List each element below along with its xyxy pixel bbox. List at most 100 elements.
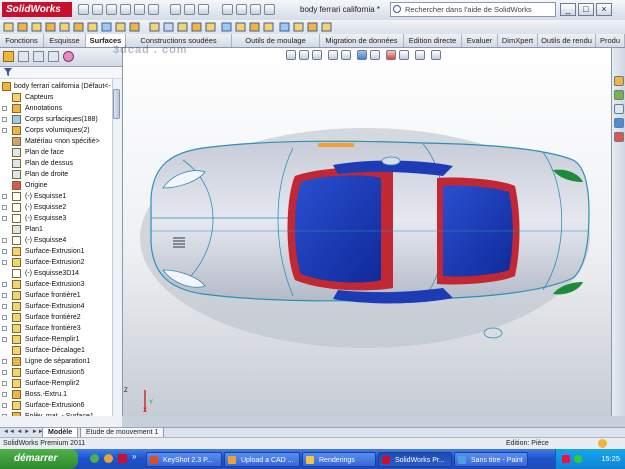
tree-item[interactable]: Matériau <non spécifié> xyxy=(0,136,112,147)
tree-item[interactable]: Plan de dessus xyxy=(0,158,112,169)
new-document-icon[interactable] xyxy=(78,4,89,15)
expand-toggle-icon[interactable] xyxy=(2,249,7,254)
tree-item[interactable]: Surface-Extrusion2 xyxy=(0,257,112,268)
tree-item[interactable]: Surface-Extrusion1 xyxy=(0,246,112,257)
select-icon[interactable] xyxy=(148,4,159,15)
clock[interactable]: 15:25 xyxy=(601,454,620,463)
tree-item[interactable]: (-) Esquisse4 xyxy=(0,235,112,246)
display-manager-tab-icon[interactable] xyxy=(63,51,74,62)
expand-toggle-icon[interactable] xyxy=(2,106,7,111)
quick-launch-ie-icon[interactable] xyxy=(90,454,99,463)
tab-outils-de-rendu[interactable]: Outils de rendu xyxy=(538,34,596,47)
tab-scroll-arrows-icon[interactable]: ◄◄ ◄ ► ►► xyxy=(3,429,44,435)
display-icon[interactable] xyxy=(250,4,261,15)
tab-fonctions[interactable]: Fonctions xyxy=(0,34,44,47)
taskbar-upload[interactable]: Upload a CAD ... xyxy=(224,452,300,467)
taskbar-paint[interactable]: Sans titre - Paint xyxy=(454,452,528,467)
zoom-fit-icon[interactable] xyxy=(236,4,247,15)
tree-item[interactable]: Plan de face xyxy=(0,147,112,158)
feature-filter-row[interactable] xyxy=(0,67,122,79)
property-manager-tab-icon[interactable] xyxy=(18,51,29,62)
tree-item[interactable]: Origine xyxy=(0,180,112,191)
edit-appearance-icon[interactable] xyxy=(386,50,396,60)
expand-toggle-icon[interactable] xyxy=(2,282,7,287)
filter-icon[interactable] xyxy=(4,68,12,76)
expand-toggle-icon[interactable] xyxy=(2,392,7,397)
tree-item[interactable]: Surface-Décalage1 xyxy=(0,345,112,356)
tree-item[interactable]: Ligne de séparation1 xyxy=(0,356,112,367)
maximize-button[interactable]: □ xyxy=(578,3,594,16)
appearances-icon[interactable] xyxy=(614,132,624,142)
minimize-button[interactable]: _ xyxy=(560,3,576,16)
tree-item[interactable]: (-) Esquisse1 xyxy=(0,191,112,202)
tree-root[interactable]: body ferrari california (Défaut<- xyxy=(0,81,112,92)
taskbar-renderings[interactable]: Renderings xyxy=(302,452,376,467)
expand-toggle-icon[interactable] xyxy=(2,326,7,331)
graphics-viewport[interactable]: Z Y X xyxy=(123,48,611,416)
expand-toggle-icon[interactable] xyxy=(2,403,7,408)
section-view-icon[interactable] xyxy=(264,4,275,15)
expand-toggle-icon[interactable] xyxy=(2,337,7,342)
tab-produ[interactable]: Produ xyxy=(596,34,625,47)
solidworks-logo[interactable]: SolidWorks xyxy=(2,2,72,17)
view-icon[interactable] xyxy=(222,4,233,15)
expand-toggle-icon[interactable] xyxy=(2,304,7,309)
apply-scene-icon[interactable] xyxy=(399,50,409,60)
feature-tree-tab-icon[interactable] xyxy=(3,51,14,62)
tab-evaluer[interactable]: Evaluer xyxy=(462,34,498,47)
tab-edition-directe[interactable]: Edition directe xyxy=(404,34,462,47)
tray-notification-icon[interactable] xyxy=(562,455,570,463)
feature-tree-horizontal-scrollbar[interactable] xyxy=(0,416,122,427)
undo-icon[interactable] xyxy=(134,4,145,15)
section-view-icon[interactable] xyxy=(328,50,338,60)
tab-outils-de-moulage[interactable]: Outils de moulage xyxy=(232,34,320,47)
open-icon[interactable] xyxy=(92,4,103,15)
quick-launch-more-icon[interactable]: » xyxy=(132,452,136,461)
dimxpert-manager-tab-icon[interactable] xyxy=(48,51,59,62)
feature-tree-scroll-thumb[interactable] xyxy=(113,89,120,119)
taskbar-keyshot[interactable]: KeyShot 2.3 P... xyxy=(146,452,222,467)
expand-toggle-icon[interactable] xyxy=(2,315,7,320)
expand-toggle-icon[interactable] xyxy=(2,117,7,122)
expand-toggle-icon[interactable] xyxy=(2,238,7,243)
view-settings-icon[interactable] xyxy=(415,50,425,60)
feature-tree-scrollbar[interactable] xyxy=(112,79,122,416)
rebuild-icon[interactable] xyxy=(170,4,181,15)
expand-toggle-icon[interactable] xyxy=(2,194,7,199)
quick-launch-media-icon[interactable] xyxy=(104,454,113,463)
close-button[interactable]: × xyxy=(596,3,612,16)
start-button[interactable]: démarrer xyxy=(0,449,78,469)
zoom-area-icon[interactable] xyxy=(299,50,309,60)
tab-dimxpert[interactable]: DimXpert xyxy=(498,34,538,47)
expand-toggle-icon[interactable] xyxy=(2,293,7,298)
expand-toggle-icon[interactable] xyxy=(2,359,7,364)
tree-item[interactable]: Surface-Extrusion3 xyxy=(0,279,112,290)
display-style-icon[interactable] xyxy=(357,50,367,60)
view-orientation-icon[interactable] xyxy=(341,50,351,60)
tree-item[interactable]: Plan1 xyxy=(0,224,112,235)
tree-item[interactable]: Surface frontière1 xyxy=(0,290,112,301)
tree-item[interactable]: (-) Esquisse2 xyxy=(0,202,112,213)
realview-icon[interactable] xyxy=(431,50,441,60)
windshield-glass[interactable] xyxy=(295,175,381,283)
tree-item[interactable]: Capteurs xyxy=(0,92,112,103)
expand-toggle-icon[interactable] xyxy=(2,216,7,221)
tree-item[interactable]: Corps volumiques(2) xyxy=(0,125,112,136)
zoom-to-fit-icon[interactable] xyxy=(286,50,296,60)
expand-toggle-icon[interactable] xyxy=(2,205,7,210)
options-icon[interactable] xyxy=(198,4,209,15)
tree-item[interactable]: (-) Esquisse3 xyxy=(0,213,112,224)
tree-item[interactable]: Surface-Remplir2 xyxy=(0,378,112,389)
tab-migration-de-donnees[interactable]: Migration de données xyxy=(320,34,404,47)
design-library-icon[interactable] xyxy=(614,90,624,100)
tree-item[interactable]: (-) Esquisse3D14 xyxy=(0,268,112,279)
tree-item[interactable]: Surface-Remplir1 xyxy=(0,334,112,345)
help-search-input[interactable]: Rechercher dans l'aide de SolidWorks xyxy=(390,2,556,17)
file-properties-icon[interactable] xyxy=(184,4,195,15)
tree-item[interactable]: Plan de droite xyxy=(0,169,112,180)
solidworks-resources-icon[interactable] xyxy=(614,76,624,86)
taskbar-solidworks[interactable]: SolidWorks Pr... xyxy=(378,452,452,467)
expand-toggle-icon[interactable] xyxy=(2,260,7,265)
tree-item[interactable]: Surface-Extrusion6 xyxy=(0,400,112,411)
expand-toggle-icon[interactable] xyxy=(2,370,7,375)
